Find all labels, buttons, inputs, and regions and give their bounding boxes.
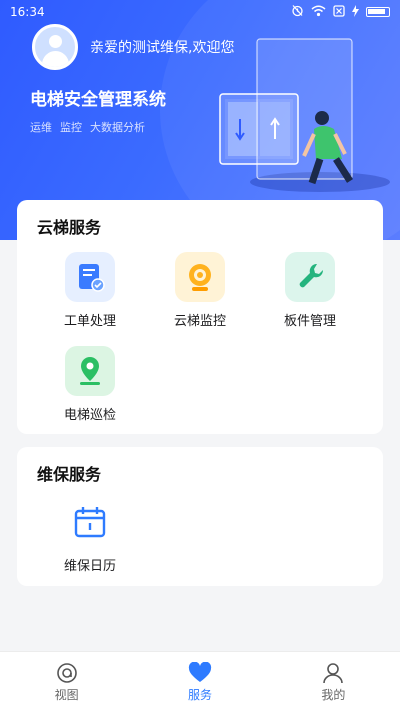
tab-view[interactable]: 视图 bbox=[0, 652, 133, 711]
battery-icon bbox=[366, 7, 390, 17]
service-label: 电梯巡检 bbox=[63, 408, 116, 423]
alarm-icon bbox=[291, 4, 304, 20]
view-icon bbox=[0, 660, 133, 686]
sim-icon bbox=[333, 4, 345, 20]
calendar-icon bbox=[65, 497, 115, 547]
work-order-icon bbox=[65, 252, 115, 302]
tag-ops: 运维 bbox=[30, 121, 52, 134]
wifi-icon bbox=[311, 5, 326, 20]
feature-tags: 运维 监控 大数据分析 bbox=[30, 119, 145, 135]
service-label: 维保日历 bbox=[63, 559, 116, 574]
service-elevator-monitor[interactable]: 云梯监控 bbox=[145, 252, 255, 329]
location-pin-icon bbox=[65, 346, 115, 396]
status-time: 16:34 bbox=[10, 5, 45, 19]
service-elevator-inspection[interactable]: 电梯巡检 bbox=[35, 346, 145, 423]
charging-icon bbox=[352, 4, 359, 20]
service-label: 工单处理 bbox=[63, 314, 116, 329]
tab-service-label: 服务 bbox=[187, 688, 212, 702]
maintenance-services-card: 维保服务 维保日历 bbox=[17, 447, 383, 586]
service-label: 云梯监控 bbox=[173, 314, 226, 329]
tag-bigdata: 大数据分析 bbox=[90, 121, 145, 134]
cloud-services-title: 云梯服务 bbox=[37, 218, 102, 237]
maintenance-services-title: 维保服务 bbox=[37, 465, 102, 484]
elevator-illustration bbox=[219, 38, 390, 192]
status-bar: 16:34 bbox=[0, 0, 400, 24]
service-maintenance-calendar[interactable]: 维保日历 bbox=[35, 497, 145, 574]
tab-mine-label: 我的 bbox=[321, 688, 346, 702]
tab-service[interactable]: 服务 bbox=[133, 652, 266, 711]
wrench-icon bbox=[285, 252, 335, 302]
camera-icon bbox=[175, 252, 225, 302]
tab-view-label: 视图 bbox=[54, 688, 79, 702]
cloud-services-card: 云梯服务 工单处理 云梯监控 板件管理 电梯巡检 bbox=[17, 200, 383, 434]
bottom-tabbar: 视图 服务 我的 bbox=[0, 651, 400, 711]
tab-mine[interactable]: 我的 bbox=[267, 652, 400, 711]
user-icon bbox=[267, 660, 400, 686]
service-board-management[interactable]: 板件管理 bbox=[255, 252, 365, 329]
service-label: 板件管理 bbox=[283, 314, 336, 329]
service-work-order[interactable]: 工单处理 bbox=[35, 252, 145, 329]
status-icons bbox=[291, 4, 390, 20]
tag-monitor: 监控 bbox=[60, 121, 82, 134]
system-title: 电梯安全管理系统 bbox=[30, 90, 166, 110]
avatar[interactable] bbox=[32, 24, 78, 70]
heart-icon bbox=[133, 660, 266, 686]
